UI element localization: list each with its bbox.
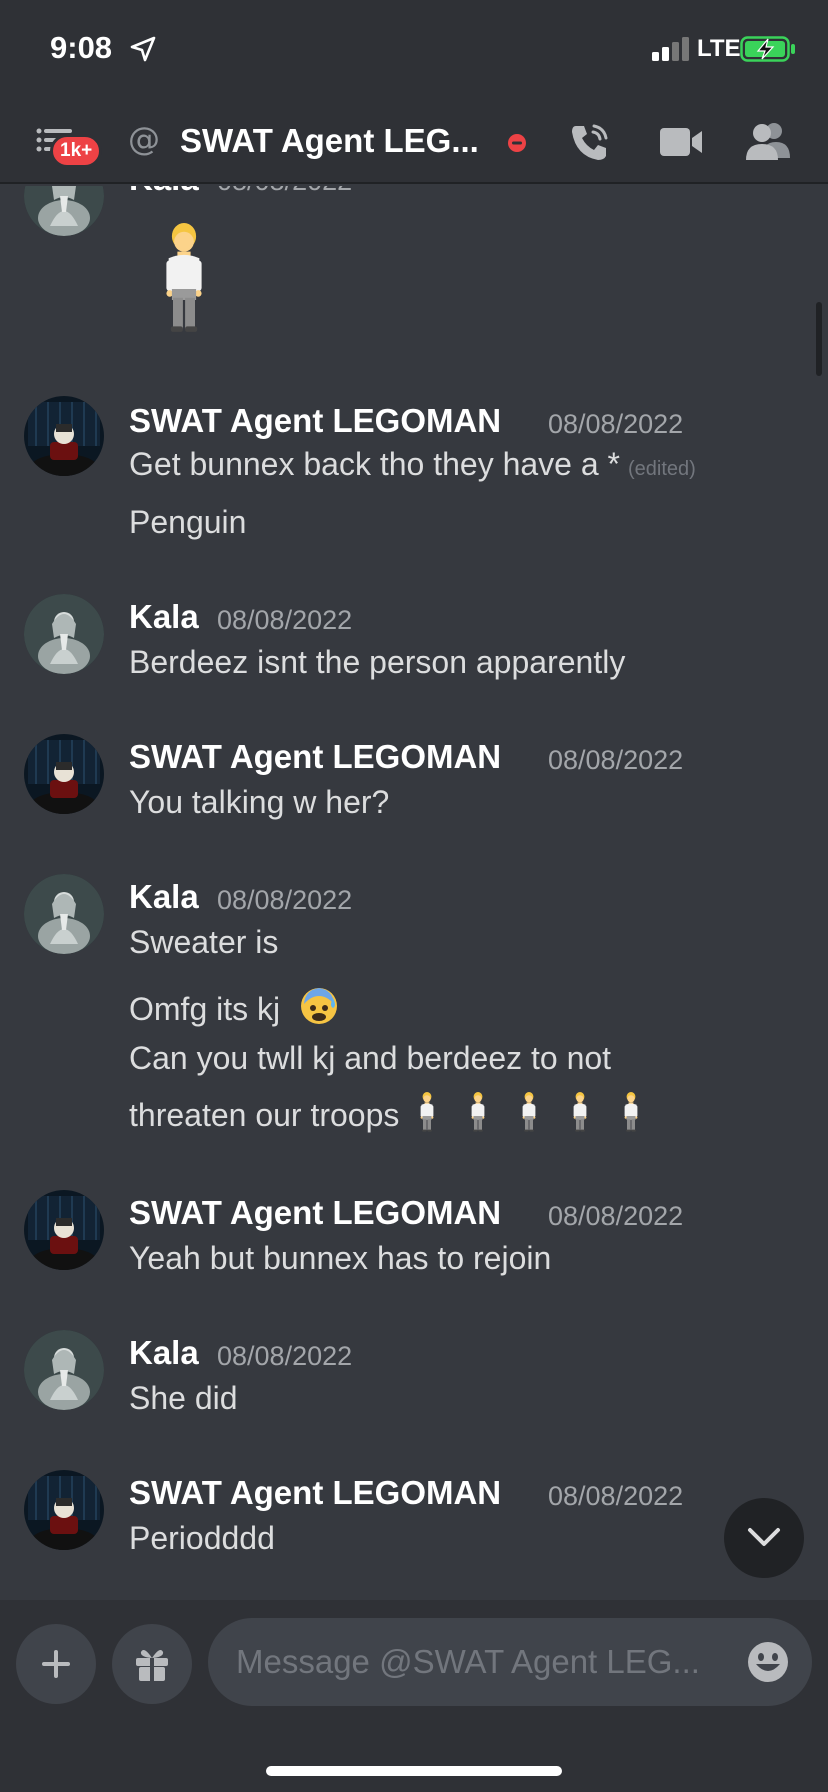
author-name[interactable]: Kala (129, 1334, 199, 1372)
avatar[interactable] (24, 1330, 104, 1410)
message-text: Get bunnex back tho they have a * (edited… (129, 446, 696, 483)
message-box (208, 1618, 812, 1706)
person-standing-emoji-icon (571, 1092, 589, 1132)
message-timestamp: 08/08/2022 (548, 1201, 684, 1231)
status-time: 9:08 (50, 30, 113, 65)
unread-badge: 1k+ (50, 134, 103, 168)
message-timestamp: 08/08/2022 (217, 605, 353, 635)
message-text: Berdeez isnt the person apparently (129, 644, 626, 680)
video-call-icon[interactable] (658, 124, 704, 160)
plus-icon (42, 1650, 70, 1678)
message-text: Sweater is (129, 924, 279, 960)
gift-button[interactable] (112, 1624, 192, 1704)
avatar[interactable] (24, 396, 104, 476)
person-standing-emoji-icon (520, 1092, 538, 1132)
message-timestamp: 08/08/2022 (548, 745, 684, 775)
avatar[interactable] (24, 1470, 104, 1550)
message-timestamp: 08/08/2022 (217, 186, 352, 197)
message-text: Yeah but bunnex has to rejoin (129, 1240, 552, 1276)
add-attachment-button[interactable] (16, 1624, 96, 1704)
message-timestamp: 08/08/2022 (548, 1481, 684, 1511)
scrollbar-thumb[interactable] (816, 302, 822, 376)
message-text-content: Get bunnex back tho they have a * (129, 446, 620, 482)
emoji-picker-icon[interactable] (746, 1640, 790, 1684)
gift-icon (136, 1650, 168, 1681)
person-standing-emoji-icon (162, 223, 206, 333)
status-bar: 9:08 LTE (0, 0, 828, 100)
message-timestamp: 08/08/2022 (217, 1341, 353, 1371)
author-name[interactable]: SWAT Agent LEGOMAN (129, 1474, 501, 1512)
avatar[interactable] (24, 734, 104, 814)
avatar[interactable] (24, 1190, 104, 1270)
message-text: Periodddd (129, 1520, 275, 1556)
message-list[interactable]: Kala 08/08/2022 SWAT Agent LEGOMAN 08/08… (0, 186, 828, 1600)
voice-call-icon[interactable] (568, 120, 612, 164)
home-indicator[interactable] (266, 1766, 562, 1776)
anxious-sweat-emoji-icon (301, 988, 338, 1024)
person-standing-emoji-icon (622, 1092, 640, 1132)
author-name[interactable]: SWAT Agent LEGOMAN (129, 738, 501, 776)
author-name[interactable]: Kala (129, 598, 199, 636)
message-text: threaten our troops (129, 1092, 640, 1134)
person-standing-emoji-icon (418, 1092, 436, 1132)
message-text: Penguin (129, 504, 247, 540)
dm-at-icon: @ (128, 120, 160, 158)
message-text-content: threaten our troops (129, 1097, 400, 1133)
members-icon[interactable] (744, 120, 790, 162)
message-text-content: Omfg its kj (129, 991, 281, 1027)
message-composer (0, 1600, 828, 1792)
battery-charging-icon (740, 36, 795, 62)
do-not-disturb-status-icon (508, 134, 526, 152)
message-input[interactable] (236, 1640, 726, 1684)
message-timestamp: 08/08/2022 (548, 409, 684, 439)
message-text: You talking w her? (129, 784, 390, 820)
person-standing-emoji-icon (469, 1092, 487, 1132)
edited-label: (edited) (628, 458, 696, 480)
author-name[interactable]: SWAT Agent LEGOMAN (129, 1194, 501, 1232)
cellular-signal-icon (652, 37, 689, 61)
jump-to-latest-button[interactable] (724, 1498, 804, 1578)
avatar[interactable] (24, 874, 104, 954)
author-name[interactable]: Kala (129, 186, 199, 198)
author-name[interactable]: SWAT Agent LEGOMAN (129, 402, 501, 440)
message-text: Omfg its kj (129, 986, 339, 1028)
message-text: She did (129, 1380, 238, 1416)
message-timestamp: 08/08/2022 (217, 885, 353, 915)
chevron-down-icon (748, 1528, 780, 1546)
avatar[interactable] (24, 186, 104, 236)
channel-title[interactable]: SWAT Agent LEG... (180, 122, 479, 160)
location-arrow-icon (130, 36, 156, 62)
author-name[interactable]: Kala (129, 878, 199, 916)
avatar[interactable] (24, 594, 104, 674)
network-type: LTE (697, 35, 741, 62)
message-text: Can you twll kj and berdeez to not (129, 1040, 612, 1076)
